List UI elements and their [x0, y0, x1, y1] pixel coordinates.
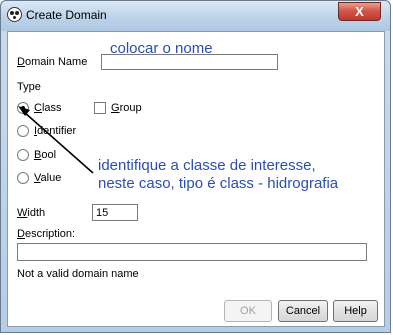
annotation-class-hint-line2: neste caso, tipo é class - hidrografia [98, 175, 339, 192]
annotation-class-hint-line1: identifique a classe de interesse, [98, 157, 316, 174]
screen: Create Domain X Domain Name Type Class G… [0, 0, 393, 335]
